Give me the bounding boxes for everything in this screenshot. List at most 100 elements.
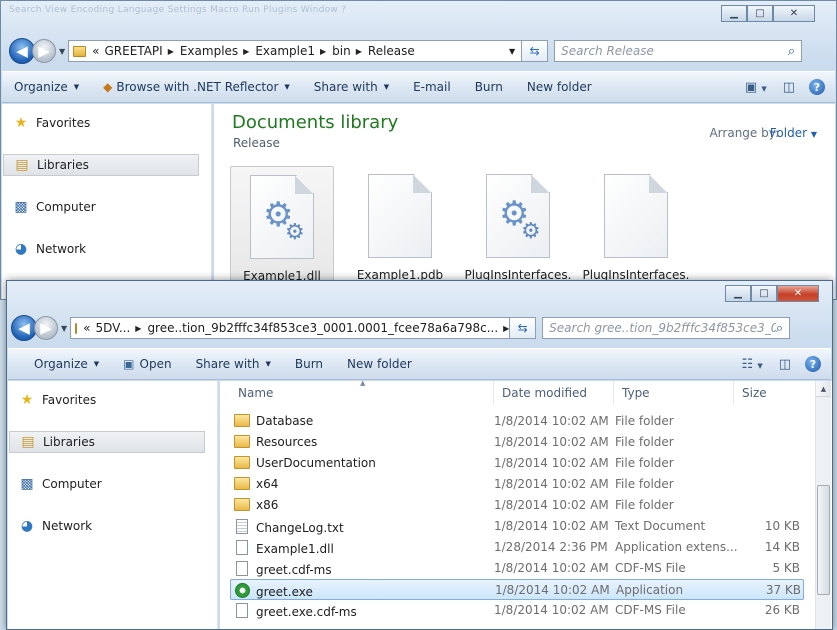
address-dropdown-icon[interactable]: ▼ [509, 47, 515, 56]
file-type: Application [616, 583, 684, 597]
file-name: greet.exe [256, 585, 313, 599]
forward-arrow-icon[interactable]: ▶ [32, 39, 56, 63]
open-icon: ▣ [123, 357, 135, 371]
nav-computer[interactable]: ▩ Computer [12, 196, 208, 218]
breadcrumb-bin[interactable]: bin [332, 44, 351, 58]
burn-button[interactable]: Burn [283, 357, 335, 371]
address-bar[interactable]: « GREETAPI ▶ Examples ▶ Example1 ▶ bin ▶ Rel… [68, 40, 523, 62]
breadcrumb-example1[interactable]: Example1 [255, 44, 315, 58]
cdf-file-icon [236, 603, 248, 618]
file-tile[interactable]: ⚙ ⚙ PlugInsInterfaces. [465, 166, 571, 294]
recent-pages-chevron-icon[interactable]: ▼ [59, 47, 65, 56]
table-row[interactable]: x86 1/8/2014 10:02 AM File folder [230, 495, 804, 516]
recent-pages-chevron-icon[interactable]: ▼ [61, 324, 67, 333]
file-type: File folder [615, 456, 674, 470]
table-row[interactable]: UserDocumentation 1/8/2014 10:02 AM File f… [230, 453, 804, 474]
file-name: Database [256, 414, 314, 428]
search-input[interactable]: Search gree..tion_9b2fffc34f853ce3_0001.… [542, 317, 791, 339]
explorer-window-greet: ▁ □ ✕ ◀ ▶ ▼ « 5DV... ▶ gree..tion_9b2fffc… [6, 280, 833, 630]
minimize-button[interactable]: ▁ [721, 5, 747, 22]
vertical-scrollbar[interactable]: ▲ [815, 381, 831, 629]
maximize-button[interactable]: □ [751, 285, 777, 302]
table-row[interactable]: greet.exe.cdf-ms 1/8/2014 10:02 AM CDF-MS … [230, 600, 804, 621]
change-view-icon[interactable]: ☷ ▼ [742, 357, 763, 372]
arrange-by-dropdown[interactable]: Folder ▼ [770, 126, 817, 140]
address-bar-row: ◀ ▶ ▼ « 5DV... ▶ gree..tion_9b2fffc34f853… [7, 312, 832, 344]
file-date: 1/8/2014 10:02 AM [494, 561, 609, 575]
refresh-icon[interactable]: ⇆ [522, 40, 549, 62]
scroll-up-icon[interactable]: ▲ [816, 381, 831, 397]
nav-network[interactable]: ◕ Network [12, 238, 208, 260]
close-button[interactable]: ✕ [777, 285, 819, 302]
breadcrumb-greetapi[interactable]: GREETAPI [105, 44, 163, 58]
open-button[interactable]: ▣ Open [111, 357, 183, 371]
address-bar[interactable]: « 5DV... ▶ gree..tion_9b2fffc34f853ce3_00… [70, 317, 511, 339]
file-type: File folder [615, 414, 674, 428]
breadcrumb-release[interactable]: Release [368, 44, 415, 58]
burn-button[interactable]: Burn [463, 80, 515, 94]
nav-favorites[interactable]: ★ Favorites [12, 112, 208, 134]
file-name: Example1.dll [256, 542, 334, 556]
table-row[interactable]: greet.exe 1/8/2014 10:02 AM Application 37 … [230, 579, 804, 600]
search-input[interactable]: Search Release ⌕ [554, 40, 803, 62]
file-name: greet.cdf-ms [256, 563, 332, 577]
address-bar-row: ◀ ▶ ▼ « GREETAPI ▶ Examples ▶ Example1 ▶ bi… [1, 35, 836, 67]
new-folder-button[interactable]: New folder [335, 357, 424, 371]
breadcrumb-overflow[interactable]: « [83, 321, 90, 335]
column-header-date[interactable]: Date modified [494, 381, 614, 405]
refresh-icon[interactable]: ⇆ [510, 317, 537, 339]
organize-button[interactable]: Organize ▼ [2, 80, 91, 94]
file-tile[interactable]: Example1.pdb [348, 166, 452, 294]
maximize-button[interactable]: □ [747, 5, 773, 22]
table-row[interactable]: Database 1/8/2014 10:02 AM File folder [230, 411, 804, 432]
table-row[interactable]: Resources 1/8/2014 10:02 AM File folder [230, 432, 804, 453]
window-controls: ▁ □ ✕ [725, 285, 819, 302]
file-tile[interactable]: PlugInsInterfaces. [583, 166, 689, 294]
change-view-icon[interactable]: ▣ ▼ [745, 80, 767, 95]
file-size: 10 KB [764, 519, 800, 533]
forward-arrow-icon[interactable]: ▶ [34, 316, 58, 340]
preview-pane-icon[interactable]: ◫ [783, 80, 795, 95]
table-row[interactable]: greet.cdf-ms 1/8/2014 10:02 AM CDF-MS File… [230, 558, 804, 579]
dll-file-icon [236, 540, 248, 555]
folder-icon [234, 456, 250, 469]
share-with-button[interactable]: Share with ▼ [184, 357, 283, 371]
nav-favorites[interactable]: ★ Favorites [18, 389, 214, 411]
breadcrumb-overflow[interactable]: « [92, 44, 99, 58]
libraries-icon: ▤ [21, 434, 35, 450]
background-menu-text: Search View Encoding Language Settings M… [9, 5, 347, 15]
blank-file-icon [604, 174, 668, 258]
organize-button[interactable]: Organize ▼ [8, 357, 111, 371]
file-tile[interactable]: ⚙ ⚙ Example1.dll [230, 166, 334, 294]
breadcrumb-5dv[interactable]: 5DV... [96, 321, 131, 335]
file-name: x64 [256, 477, 279, 491]
table-row[interactable]: x64 1/8/2014 10:02 AM File folder [230, 474, 804, 495]
email-button[interactable]: E-mail [401, 80, 463, 94]
scroll-thumb[interactable] [817, 485, 830, 595]
close-button[interactable]: ✕ [773, 5, 815, 22]
nav-network[interactable]: ◕ Network [18, 515, 214, 537]
breadcrumb-greet-app[interactable]: gree..tion_9b2fffc34f853ce3_0001.0001_fc… [147, 321, 498, 335]
help-icon[interactable]: ? [805, 356, 821, 372]
minimize-button[interactable]: ▁ [725, 285, 751, 302]
nav-libraries[interactable]: ▤ Libraries [9, 431, 205, 453]
nav-computer[interactable]: ▩ Computer [18, 473, 214, 495]
new-folder-button[interactable]: New folder [515, 80, 604, 94]
nav-libraries[interactable]: ▤ Libraries [3, 154, 199, 176]
column-header-name[interactable]: Name ▲ [230, 379, 494, 405]
file-area: Documents library Release Arrange by: Fo… [214, 104, 835, 299]
reflector-icon: ◆ [103, 80, 113, 94]
share-with-button[interactable]: Share with ▼ [302, 80, 401, 94]
breadcrumb-examples[interactable]: Examples [180, 44, 238, 58]
libraries-icon: ▤ [15, 157, 29, 173]
browse-reflector-button[interactable]: ◆ Browse with .NET Reflector ▼ [91, 80, 302, 94]
preview-pane-icon[interactable]: ◫ [779, 357, 791, 372]
library-subtitle: Release [233, 136, 280, 150]
column-header-type[interactable]: Type [614, 381, 734, 405]
table-row[interactable]: ChangeLog.txt 1/8/2014 10:02 AM Text Docum… [230, 516, 804, 537]
command-bar: Organize ▼ ▣ Open Share with ▼ Burn New fol… [8, 348, 831, 380]
column-header-size[interactable]: Size [734, 381, 814, 405]
file-type: Application extens... [615, 540, 738, 554]
help-icon[interactable]: ? [809, 79, 825, 95]
table-row[interactable]: Example1.dll 1/28/2014 2:36 PM Application… [230, 537, 804, 558]
